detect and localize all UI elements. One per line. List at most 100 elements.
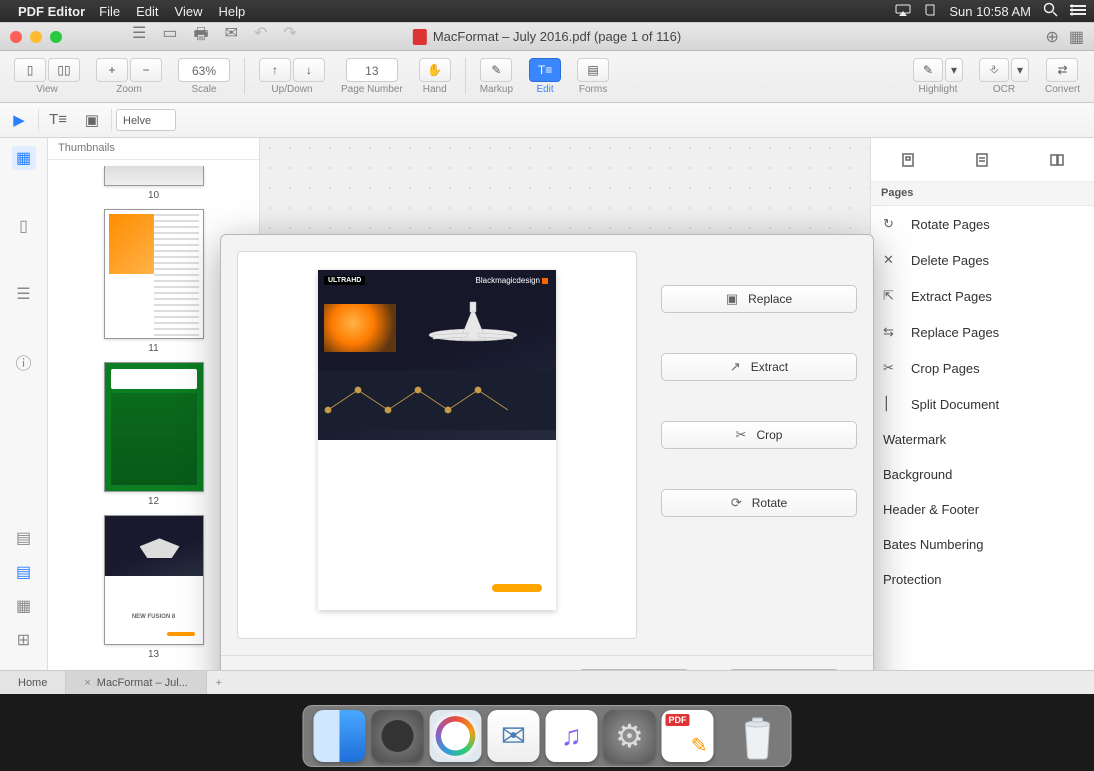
watermark-item[interactable]: Watermark xyxy=(871,422,1094,457)
menu-help[interactable]: Help xyxy=(218,4,245,19)
markup-tool-button[interactable]: ✎ xyxy=(480,58,512,82)
file-tab[interactable]: ×MacFormat – Jul... xyxy=(66,671,207,694)
delete-pages-item[interactable]: ✕Delete Pages xyxy=(871,242,1094,278)
fullscreen-icon[interactable]: ⊕ xyxy=(1045,27,1058,47)
ocr-more-button[interactable]: ▾ xyxy=(1011,58,1029,82)
minimize-window[interactable] xyxy=(30,31,42,43)
rail-icon-a[interactable]: ▤ xyxy=(12,526,36,550)
thumbnail-item[interactable]: 10 xyxy=(104,166,204,201)
crop-pages-item[interactable]: ✂Crop Pages xyxy=(871,350,1094,386)
header-footer-item[interactable]: Header & Footer xyxy=(871,492,1094,527)
thumbnails-header: Thumbnails xyxy=(48,138,259,160)
pages-tab-icon[interactable] xyxy=(894,146,922,174)
hand-tool-button[interactable]: ✋ xyxy=(419,58,451,82)
highlight-more-button[interactable]: ▾ xyxy=(945,58,963,82)
edit-mode-button[interactable]: T≡ xyxy=(529,58,561,82)
menu-edit[interactable]: Edit xyxy=(136,4,158,19)
crop-pages-icon: ✂ xyxy=(883,360,901,376)
launchpad-icon[interactable] xyxy=(372,710,424,762)
right-panel: Pages ↻Rotate Pages ✕Delete Pages ⇱Extra… xyxy=(870,138,1094,670)
title-bar: ☰ ▭ 🖶 ✉ ↶ ↷ MacFormat – July 2016.pdf (p… xyxy=(0,23,1094,51)
sidebar-toggle-icon[interactable]: ☰ xyxy=(132,23,146,50)
doc-tab-icon[interactable] xyxy=(968,146,996,174)
rail-icon-d[interactable]: ⊞ xyxy=(12,628,36,652)
layout-tab-icon[interactable] xyxy=(1043,146,1071,174)
mail-icon[interactable]: ✉ xyxy=(225,23,238,50)
info-tab-icon[interactable]: ⓘ xyxy=(12,350,36,374)
rotate-button[interactable]: ⟳Rotate xyxy=(661,489,857,517)
rail-icon-b[interactable]: ▤ xyxy=(12,560,36,584)
mail-app-icon[interactable] xyxy=(488,710,540,762)
home-tab[interactable]: Home xyxy=(0,671,66,694)
system-preferences-icon[interactable] xyxy=(604,710,656,762)
protection-item[interactable]: Protection xyxy=(871,562,1094,597)
app-name[interactable]: PDF Editor xyxy=(18,4,85,19)
delete-pages-icon: ✕ xyxy=(883,252,901,268)
close-tab-icon[interactable]: × xyxy=(84,677,90,689)
page-up-button[interactable]: ↑ xyxy=(259,58,291,82)
undo-icon[interactable]: ↶ xyxy=(254,23,267,50)
panel-icon[interactable]: ▦ xyxy=(1069,27,1084,47)
select-tool[interactable]: ▶ xyxy=(4,107,34,133)
print-icon[interactable]: 🖶 xyxy=(193,23,208,50)
zoom-value[interactable]: 63% xyxy=(178,58,230,82)
page-down-button[interactable]: ↓ xyxy=(293,58,325,82)
rail-icon-c[interactable]: ▦ xyxy=(12,594,36,618)
ocr-label: OCR xyxy=(993,84,1015,95)
menu-bar: PDF Editor File Edit View Help Sun 10:58… xyxy=(0,0,1094,22)
zoom-in-button[interactable]: + xyxy=(96,58,128,82)
trash-icon[interactable] xyxy=(735,710,781,762)
thumbnail-item[interactable]: 11 xyxy=(104,209,204,354)
extract-icon: ↗ xyxy=(730,359,741,375)
menu-icon[interactable] xyxy=(1070,4,1086,19)
rotate-pages-item[interactable]: ↻Rotate Pages xyxy=(871,206,1094,242)
safari-icon[interactable] xyxy=(430,710,482,762)
extract-pages-icon: ⇱ xyxy=(883,288,901,304)
ok-button[interactable]: OK xyxy=(729,669,839,670)
ultrahd-badge: ULTRAHD xyxy=(324,276,365,285)
replace-button[interactable]: ▣Replace xyxy=(661,285,857,313)
page-number-input[interactable]: 13 xyxy=(346,58,398,82)
menu-file[interactable]: File xyxy=(99,4,120,19)
thumbnail-item[interactable]: NEW FUSION 8 13 xyxy=(104,515,204,660)
pages-icon[interactable]: ▭ xyxy=(162,23,177,50)
highlight-button[interactable]: ✎ xyxy=(913,58,943,82)
extract-button[interactable]: ↗Extract xyxy=(661,353,857,381)
extract-pages-item[interactable]: ⇱Extract Pages xyxy=(871,278,1094,314)
crop-button[interactable]: ✂Crop xyxy=(661,421,857,449)
ocr-button[interactable]: ⎀ xyxy=(979,58,1009,82)
menu-view[interactable]: View xyxy=(175,4,203,19)
script-icon[interactable] xyxy=(923,3,937,20)
bookmarks-tab-icon[interactable]: ▯ xyxy=(12,214,36,238)
add-tab-button[interactable]: + xyxy=(207,671,231,694)
split-document-item[interactable]: ⎮Split Document xyxy=(871,386,1094,422)
convert-button[interactable]: ⇄ xyxy=(1046,58,1078,82)
updown-label: Up/Down xyxy=(271,84,312,95)
replace-pages-item[interactable]: ⇆Replace Pages xyxy=(871,314,1094,350)
thumbnails-tab-icon[interactable]: ▦ xyxy=(12,146,36,170)
text-edit-tool[interactable]: T≡ xyxy=(43,107,73,133)
pdf-editor-icon[interactable] xyxy=(662,710,714,762)
image-tool[interactable]: ▣ xyxy=(77,107,107,133)
view-single-button[interactable]: ▯ xyxy=(14,58,46,82)
app-window: ☰ ▭ 🖶 ✉ ↶ ↷ MacFormat – July 2016.pdf (p… xyxy=(0,22,1094,694)
clock[interactable]: Sun 10:58 AM xyxy=(949,4,1031,19)
outline-tab-icon[interactable]: ☰ xyxy=(12,282,36,306)
zoom-out-button[interactable]: − xyxy=(130,58,162,82)
bates-numbering-item[interactable]: Bates Numbering xyxy=(871,527,1094,562)
spotlight-icon[interactable] xyxy=(1043,2,1058,20)
window-title: MacFormat – July 2016.pdf (page 1 of 116… xyxy=(433,29,681,44)
view-double-button[interactable]: ▯▯ xyxy=(48,58,80,82)
background-item[interactable]: Background xyxy=(871,457,1094,492)
zoom-window[interactable] xyxy=(50,31,62,43)
forms-button[interactable]: ▤ xyxy=(577,58,609,82)
font-select[interactable]: Helve xyxy=(116,109,176,131)
close-window[interactable] xyxy=(10,31,22,43)
thumbnail-label: 13 xyxy=(148,649,159,660)
airplay-icon[interactable] xyxy=(895,4,911,19)
thumbnail-item[interactable]: 12 xyxy=(104,362,204,507)
itunes-icon[interactable] xyxy=(546,710,598,762)
redo-icon[interactable]: ↷ xyxy=(283,23,296,50)
finder-icon[interactable] xyxy=(314,710,366,762)
cancel-button[interactable]: Cancel xyxy=(579,669,689,670)
